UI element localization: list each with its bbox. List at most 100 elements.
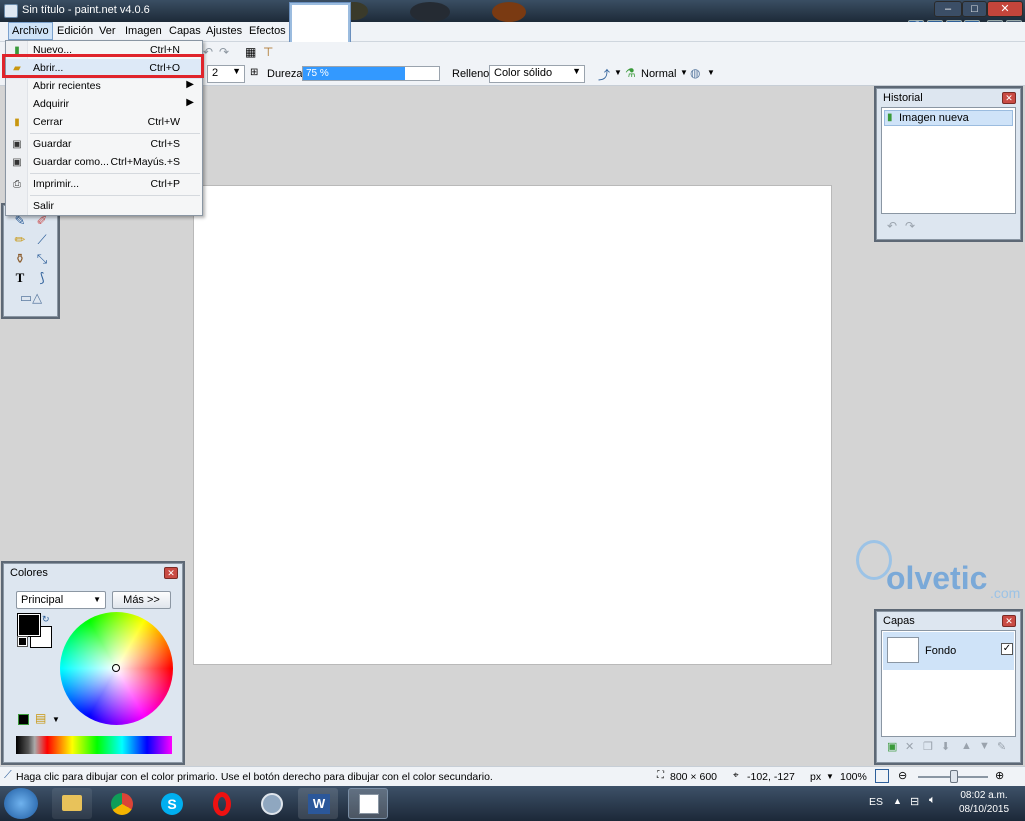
menu-capas[interactable]: Capas bbox=[169, 25, 201, 37]
zoom-in-icon[interactable]: ⊕ bbox=[995, 769, 1004, 782]
menu-item-adquirir[interactable]: Adquirir ▶ bbox=[6, 95, 202, 115]
text-tool-icon[interactable]: T bbox=[11, 269, 29, 287]
chevron-down-icon[interactable]: ▼ bbox=[680, 68, 688, 77]
unit-selector[interactable]: px bbox=[810, 771, 821, 783]
close-window-button[interactable]: ✕ bbox=[987, 1, 1023, 17]
palette-strip[interactable] bbox=[16, 736, 172, 754]
minimize-button[interactable]: – bbox=[934, 1, 962, 17]
clone-stamp-tool-icon[interactable]: ⚱ bbox=[11, 250, 29, 268]
color-mode-combo[interactable]: Principal ▼ bbox=[16, 591, 106, 609]
close-icon[interactable]: ✕ bbox=[1002, 615, 1016, 627]
menu-imagen[interactable]: Imagen bbox=[125, 25, 162, 37]
save-icon: ▣ bbox=[12, 139, 22, 150]
close-icon[interactable]: ✕ bbox=[1002, 92, 1016, 104]
antialias-icon[interactable]: ⤴ bbox=[598, 66, 610, 83]
image-canvas[interactable] bbox=[193, 185, 832, 665]
start-button[interactable] bbox=[4, 788, 38, 819]
maximize-button[interactable]: □ bbox=[962, 1, 987, 17]
clock-date[interactable]: 08/10/2015 bbox=[954, 804, 1014, 815]
blend-mode-value[interactable]: Normal bbox=[641, 68, 676, 80]
menu-separator bbox=[30, 195, 200, 196]
image-size: 800 × 600 bbox=[670, 771, 718, 783]
paintnet-app-icon[interactable] bbox=[4, 4, 18, 18]
close-icon[interactable]: ✕ bbox=[164, 567, 178, 579]
duplicate-layer-icon[interactable]: ❐ bbox=[923, 740, 933, 753]
zoom-value[interactable]: 100% bbox=[840, 771, 867, 783]
menu-efectos[interactable]: Efectos bbox=[249, 25, 286, 37]
swap-colors-icon[interactable]: ↻ bbox=[42, 614, 50, 625]
hardness-slider[interactable]: 75 % bbox=[302, 66, 440, 81]
layer-row[interactable]: Fondo ✓ bbox=[883, 632, 1014, 670]
redo-icon[interactable]: ↷ bbox=[219, 45, 229, 59]
tools-window: ✎ ✐ ✏ ⟋ ⚱ ⤡ T ⟆ ▭△ bbox=[3, 205, 58, 317]
palette-menu-icon[interactable]: ▤ bbox=[35, 711, 46, 725]
undo-icon[interactable]: ↶ bbox=[887, 219, 897, 233]
primary-color-swatch[interactable] bbox=[17, 613, 41, 637]
zoom-out-icon[interactable]: ⊖ bbox=[898, 769, 907, 782]
menu-item-salir[interactable]: Salir bbox=[6, 197, 202, 217]
language-indicator[interactable]: ES bbox=[869, 796, 883, 808]
word-taskbar-icon[interactable]: W bbox=[298, 788, 338, 819]
menu-ajustes[interactable]: Ajustes bbox=[206, 25, 242, 37]
pencil-tool-icon[interactable]: ✏ bbox=[11, 231, 29, 249]
ruler-icon[interactable]: ⊤ bbox=[263, 45, 273, 59]
chevron-down-icon[interactable]: ▼ bbox=[52, 715, 60, 724]
undo-icon[interactable]: ↶ bbox=[203, 45, 213, 59]
menu-item-imprimir[interactable]: ⎙ Imprimir... Ctrl+P bbox=[6, 175, 202, 195]
menu-separator bbox=[30, 133, 200, 134]
network-icon[interactable]: ⊟ bbox=[910, 795, 919, 808]
fill-combo[interactable]: Color sólido ▼ bbox=[489, 65, 585, 83]
menu-item-label: Salir bbox=[33, 200, 55, 212]
menu-item-cerrar[interactable]: ▮ Cerrar Ctrl+W bbox=[6, 113, 202, 133]
zoom-fit-icon[interactable] bbox=[875, 769, 889, 783]
grid-icon[interactable]: ▦ bbox=[245, 45, 256, 59]
menu-item-guardar[interactable]: ▣ Guardar Ctrl+S bbox=[6, 135, 202, 155]
history-item[interactable]: ▮ Imagen nueva bbox=[884, 110, 1013, 126]
menu-ver[interactable]: Ver bbox=[99, 25, 116, 37]
recolor-tool-icon[interactable]: ⤡ bbox=[33, 250, 51, 268]
chrome-taskbar-icon[interactable] bbox=[102, 788, 142, 819]
blend-mode-icon[interactable]: ⚗ bbox=[625, 66, 636, 80]
menu-bar: Archivo Edición Ver Imagen Capas Ajustes… bbox=[0, 22, 1025, 42]
menu-item-guardar-como[interactable]: ▣ Guardar como... Ctrl+Mayús.+S bbox=[6, 153, 202, 173]
chevron-down-icon[interactable]: ▼ bbox=[707, 68, 715, 77]
move-layer-up-icon[interactable]: ▲ bbox=[961, 740, 972, 752]
volume-icon[interactable]: 🔈︎ bbox=[929, 794, 936, 807]
explorer-taskbar-icon[interactable] bbox=[52, 788, 92, 819]
color-picker-tool-icon[interactable]: ⟋ bbox=[33, 231, 51, 249]
merge-layer-icon[interactable]: ⬇ bbox=[941, 740, 950, 753]
menu-edicion[interactable]: Edición bbox=[57, 25, 93, 37]
color-wheel[interactable] bbox=[60, 612, 173, 725]
highlight-box bbox=[2, 54, 204, 78]
show-hidden-icons[interactable]: ▲ bbox=[893, 796, 902, 806]
desktop-bg-icon bbox=[410, 2, 450, 22]
paintnet-taskbar-icon[interactable] bbox=[348, 788, 388, 819]
delete-layer-icon[interactable]: ✕ bbox=[905, 740, 914, 753]
more-colors-button[interactable]: Más >> bbox=[112, 591, 171, 609]
colors-title: Colores bbox=[10, 567, 48, 579]
color-wheel-cursor[interactable] bbox=[112, 664, 120, 672]
opera-taskbar-icon[interactable] bbox=[202, 788, 242, 819]
clock-time[interactable]: 08:02 a.m. bbox=[954, 790, 1014, 801]
skype-taskbar-icon[interactable]: S bbox=[152, 788, 192, 819]
menu-archivo[interactable]: Archivo bbox=[8, 22, 53, 40]
shapes-tool-icon[interactable]: ▭△ bbox=[16, 289, 46, 307]
add-palette-color-icon[interactable] bbox=[18, 714, 29, 725]
redo-icon[interactable]: ↷ bbox=[905, 219, 915, 233]
brush-width-combo[interactable]: 2 ▼ bbox=[207, 65, 245, 83]
zoom-slider-thumb[interactable] bbox=[950, 770, 958, 783]
selection-mode-icon[interactable]: ◍ bbox=[690, 66, 700, 80]
image-size-icon: ⛶ bbox=[657, 770, 664, 781]
status-hint: Haga clic para dibujar con el color prim… bbox=[16, 771, 493, 783]
add-layer-icon[interactable]: ▣ bbox=[887, 740, 897, 753]
menu-item-abrir-recientes[interactable]: Abrir recientes ▶ bbox=[6, 77, 202, 97]
chevron-down-icon[interactable]: ▼ bbox=[614, 68, 622, 77]
line-curve-tool-icon[interactable]: ⟆ bbox=[33, 269, 51, 287]
plus-icon[interactable]: ⊞ bbox=[250, 67, 258, 78]
chevron-down-icon[interactable]: ▼ bbox=[826, 772, 834, 781]
safari-taskbar-icon[interactable] bbox=[252, 788, 292, 819]
reset-colors-icon[interactable] bbox=[17, 636, 28, 647]
layer-properties-icon[interactable]: ✎ bbox=[997, 740, 1006, 753]
move-layer-down-icon[interactable]: ▼ bbox=[979, 740, 990, 752]
layer-visibility-checkbox[interactable]: ✓ bbox=[1001, 643, 1013, 655]
